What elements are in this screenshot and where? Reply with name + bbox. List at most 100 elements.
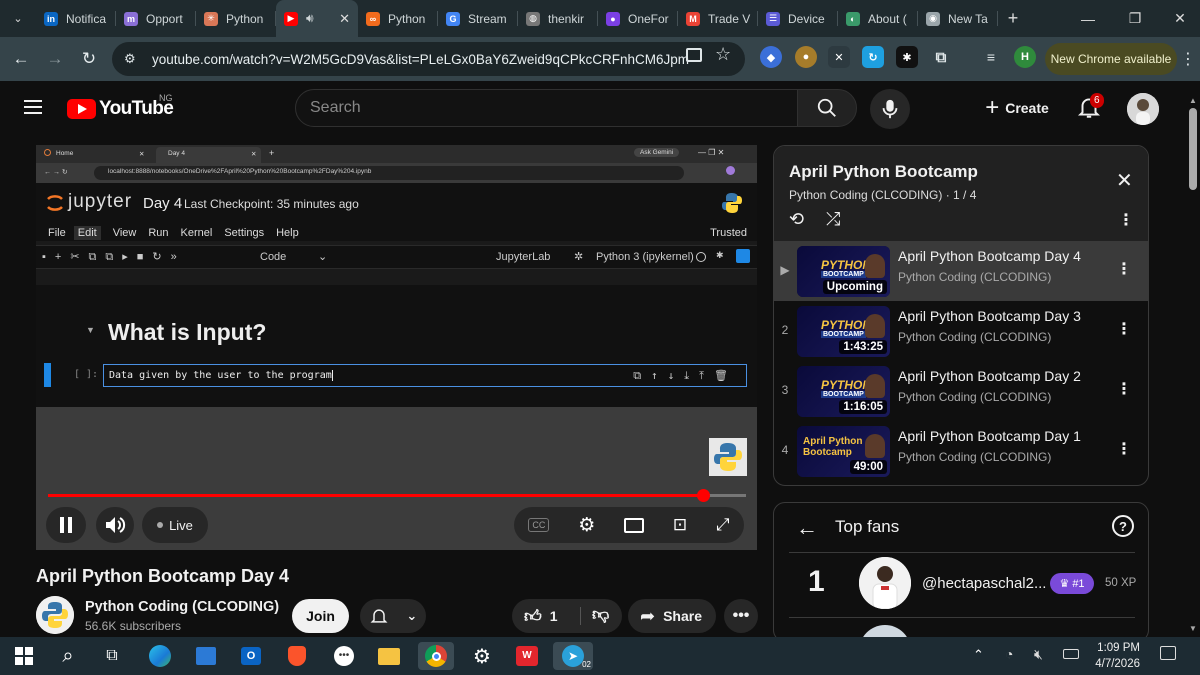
- browser-tab[interactable]: ◐ About (: [838, 0, 918, 37]
- channel-avatar[interactable]: [36, 596, 74, 634]
- browser-tab[interactable]: ● OneFor: [598, 0, 678, 37]
- loop-icon[interactable]: ⟲: [789, 209, 804, 230]
- theater-mode-icon[interactable]: [624, 517, 645, 533]
- playlist-title[interactable]: April Python Bootcamp: [789, 162, 978, 182]
- voice-search-button[interactable]: [870, 89, 910, 129]
- browser-tab[interactable]: ☰ Device: [758, 0, 838, 37]
- windows-start-icon[interactable]: [10, 642, 38, 670]
- dislike-icon[interactable]: 👎︎: [592, 604, 609, 625]
- more-vert-icon[interactable]: ⋮: [1116, 379, 1132, 403]
- notifications-button[interactable]: 6: [1076, 93, 1106, 124]
- outlook-icon[interactable]: O: [237, 642, 265, 670]
- search-input[interactable]: Search: [295, 89, 798, 127]
- share-button[interactable]: ➦ Share: [628, 599, 716, 633]
- video-thumbnail[interactable]: PYTHON BOOTCAMP 1:16:05: [797, 366, 890, 417]
- forward-icon[interactable]: →: [38, 42, 72, 76]
- brave-icon[interactable]: [283, 642, 311, 670]
- scroll-down-icon[interactable]: ▼: [1189, 624, 1197, 633]
- playlist-item-title[interactable]: April Python Bootcamp Day 1: [898, 428, 1081, 444]
- more-vert-icon[interactable]: ⋮: [1116, 439, 1132, 463]
- fullscreen-icon[interactable]: ⤢: [716, 515, 730, 535]
- help-icon[interactable]: ?: [1112, 515, 1134, 537]
- close-window-icon[interactable]: ✕: [1160, 0, 1200, 37]
- playlist-item[interactable]: ▶ PYTHON BOOTCAMP Upcoming April Python Boot…: [774, 241, 1148, 301]
- join-button[interactable]: Join: [292, 599, 349, 633]
- create-button[interactable]: + Create: [972, 89, 1062, 127]
- audio-playing-icon[interactable]: 🔊︎: [306, 11, 314, 26]
- playlist-item-title[interactable]: April Python Bootcamp Day 4: [898, 248, 1081, 264]
- chrome-taskbar-icon[interactable]: [418, 642, 454, 670]
- edge-icon[interactable]: [146, 642, 174, 670]
- reload-icon[interactable]: ↻: [72, 42, 106, 76]
- back-arrow-icon[interactable]: ←: [796, 515, 818, 541]
- extension-shield-icon[interactable]: ◆: [760, 46, 782, 68]
- search-icon[interactable]: ⌕: [54, 642, 82, 670]
- video-thumbnail[interactable]: April Python Bootcamp 49:00: [797, 426, 890, 477]
- more-vert-icon[interactable]: ⋮: [1116, 319, 1132, 343]
- new-chrome-available-button[interactable]: New Chrome available: [1045, 43, 1177, 75]
- extension-snowflake-icon[interactable]: ✱: [896, 46, 918, 68]
- browser-tab[interactable]: ▶ 🔊︎ ✕: [276, 0, 358, 37]
- tab-search-chevron-icon[interactable]: ⌄: [0, 0, 36, 37]
- close-tab-icon[interactable]: ✕: [339, 11, 350, 27]
- like-count[interactable]: 1: [550, 608, 558, 624]
- playlist-item[interactable]: 3 PYTHON BOOTCAMP 1:16:05 April Python Bootc…: [774, 361, 1148, 421]
- playlist-item-title[interactable]: April Python Bootcamp Day 2: [898, 368, 1081, 384]
- chrome-menu-icon[interactable]: ⋮: [1180, 49, 1196, 69]
- browser-tab[interactable]: in Notifica: [36, 0, 116, 37]
- playlist-item[interactable]: 2 PYTHON BOOTCAMP 1:43:25 April Python Bootc…: [774, 301, 1148, 361]
- video-thumbnail[interactable]: PYTHON BOOTCAMP 1:43:25: [797, 306, 890, 357]
- youtube-logo[interactable]: YouTube NG: [67, 93, 174, 120]
- scrollbar-thumb[interactable]: [1189, 108, 1197, 190]
- close-icon[interactable]: ✕: [1116, 168, 1133, 193]
- telegram-icon[interactable]: ➤ 02: [553, 642, 593, 670]
- video-player[interactable]: Home ✕ Day 4 ✕ + Ask Gemini — ❐ ✕ ← → ↻ …: [36, 145, 757, 550]
- video-thumbnail[interactable]: PYTHON BOOTCAMP Upcoming: [797, 246, 890, 297]
- reading-list-icon[interactable]: ≡: [980, 46, 1002, 68]
- browser-tab[interactable]: G Stream: [438, 0, 518, 37]
- browser-tab[interactable]: ◉ New Ta: [918, 0, 998, 37]
- progress-bar[interactable]: [48, 489, 746, 502]
- like-icon[interactable]: 👍︎: [524, 606, 542, 627]
- wps-office-icon[interactable]: W: [513, 642, 541, 670]
- site-settings-icon[interactable]: ⚙: [124, 51, 138, 67]
- search-button[interactable]: [797, 89, 857, 127]
- minimize-icon[interactable]: —: [1068, 0, 1108, 37]
- volume-muted-icon[interactable]: 🔇︎: [1034, 646, 1043, 663]
- browser-tab[interactable]: ∞ Python: [358, 0, 438, 37]
- browser-tab[interactable]: M Trade V: [678, 0, 758, 37]
- battery-icon[interactable]: [1063, 649, 1079, 659]
- settings-gear-icon[interactable]: ⚙: [468, 642, 496, 670]
- store-icon[interactable]: [192, 642, 220, 670]
- channel-name[interactable]: Python Coding (CLCODING): [85, 599, 279, 615]
- extension-coin-icon[interactable]: ●: [795, 46, 817, 68]
- menu-hamburger-icon[interactable]: [24, 100, 42, 114]
- task-view-icon[interactable]: ⧉: [98, 642, 126, 670]
- back-icon[interactable]: ←: [4, 42, 38, 76]
- page-scrollbar[interactable]: ▲ ▼: [1187, 96, 1200, 637]
- progress-scrubber[interactable]: [696, 489, 710, 502]
- chat-app-icon[interactable]: •••: [330, 642, 358, 670]
- browser-tab[interactable]: m Opport: [116, 0, 196, 37]
- system-clock[interactable]: 1:09 PM 4/7/2026: [1080, 640, 1140, 672]
- url-text[interactable]: youtube.com/watch?v=W2M5GcD9Vas&list=PLe…: [152, 52, 689, 67]
- more-actions-icon[interactable]: •••: [724, 599, 758, 633]
- extensions-puzzle-icon[interactable]: ⧉: [930, 46, 952, 68]
- address-bar[interactable]: ⚙ youtube.com/watch?v=W2M5GcD9Vas&list=P…: [112, 42, 745, 76]
- install-app-icon[interactable]: [686, 48, 702, 62]
- volume-button[interactable]: [96, 507, 134, 543]
- settings-gear-icon[interactable]: ⚙: [578, 514, 595, 537]
- bookmark-star-icon[interactable]: ☆: [715, 44, 731, 65]
- fan-name[interactable]: @hectapaschal2...: [922, 575, 1046, 592]
- captions-icon[interactable]: CC: [528, 518, 550, 532]
- extension-sync-icon[interactable]: ↻: [862, 46, 884, 68]
- extension-x-icon[interactable]: ✕: [828, 46, 850, 68]
- profile-avatar[interactable]: H: [1014, 46, 1036, 68]
- cast-icon[interactable]: ⊡: [673, 515, 687, 535]
- notification-center-icon[interactable]: [1160, 646, 1176, 660]
- fan-avatar[interactable]: [859, 557, 911, 609]
- account-avatar[interactable]: [1127, 93, 1159, 125]
- shuffle-icon[interactable]: ⤮: [826, 209, 840, 230]
- playlist-item[interactable]: 4 April Python Bootcamp 49:00 April Python B…: [774, 421, 1148, 481]
- browser-tab[interactable]: ◍ thenkir: [518, 0, 598, 37]
